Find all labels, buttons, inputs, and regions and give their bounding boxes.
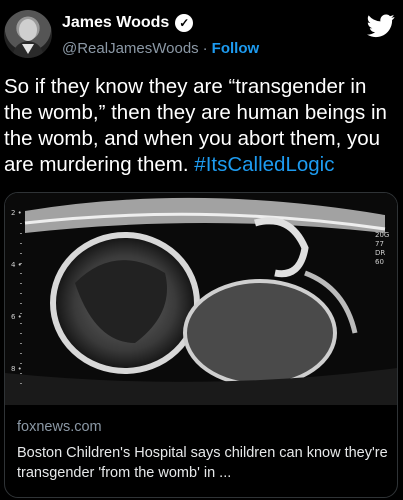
author-handle[interactable]: @RealJamesWoods xyxy=(62,40,199,57)
ultrasound-depth-label: 2 • xyxy=(11,209,22,217)
follow-button[interactable]: Follow xyxy=(212,40,260,57)
ultrasound-setting-label: DR xyxy=(375,249,385,257)
author-name-row: James Woods ✓ xyxy=(62,14,194,32)
link-preview-card[interactable]: 2 • 4 • 6 • 8 • 20G 77 DR 60 foxnews.com Bosto… xyxy=(4,192,398,498)
ultrasound-depth-label: 6 • xyxy=(11,313,22,321)
ultrasound-setting-label: 60 xyxy=(375,258,384,266)
author-avatar[interactable] xyxy=(4,10,52,58)
verified-badge-icon: ✓ xyxy=(175,14,194,32)
handle-separator: · xyxy=(202,40,208,57)
link-title[interactable]: Boston Children's Hospital says children… xyxy=(17,443,389,483)
tweet-text: So if they know they are “transgender in… xyxy=(4,74,399,178)
author-handle-row: @RealJamesWoods · Follow xyxy=(62,40,259,57)
link-domain: foxnews.com xyxy=(17,419,102,435)
ultrasound-graphic: 2 • 4 • 6 • 8 • 20G77DR60 xyxy=(5,193,397,405)
ultrasound-image: 2 • 4 • 6 • 8 • 20G 77 DR 60 xyxy=(5,193,397,405)
ultrasound-depth-label: 4 • xyxy=(11,261,22,269)
hashtag-link[interactable]: #ItsCalledLogic xyxy=(194,153,334,176)
author-name[interactable]: James Woods xyxy=(62,14,169,32)
twitter-bird-icon[interactable] xyxy=(367,14,395,38)
ultrasound-setting-label: 77 xyxy=(375,240,384,248)
ultrasound-depth-label: 8 • xyxy=(11,365,22,373)
ultrasound-setting-label: 20G xyxy=(375,231,389,239)
avatar-portrait xyxy=(12,19,44,58)
